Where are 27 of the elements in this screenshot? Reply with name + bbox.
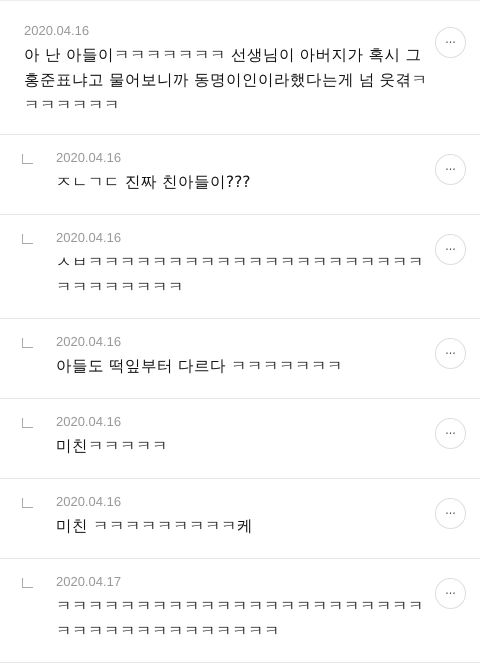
comment-date: 2020.04.17 — [56, 574, 122, 589]
reply-arrow-icon — [22, 498, 33, 508]
more-button[interactable]: ··· — [435, 418, 466, 449]
more-button[interactable]: ··· — [435, 338, 466, 369]
comment-date: 2020.04.16 — [56, 334, 122, 349]
reply-arrow-icon — [22, 338, 33, 348]
reply-arrow-icon — [22, 154, 33, 164]
more-button[interactable]: ··· — [435, 498, 466, 529]
comment-date: 2020.04.16 — [56, 150, 122, 165]
more-button[interactable]: ··· — [435, 234, 466, 265]
reply-arrow-icon — [22, 418, 33, 428]
more-button[interactable]: ··· — [435, 578, 466, 609]
comment-date: 2020.04.16 — [24, 23, 90, 38]
comment-text: 아 난 아들이ㅋㅋㅋㅋㅋㅋㅋ 선생님이 아버지가 혹시 그 홍준표냐고 물어보니까 동명이인이라했다는게 넘 웃겪ㅋㅋㅋㅋㅋㅋㅋ — [24, 45, 428, 116]
more-button[interactable]: ··· — [435, 154, 466, 185]
comment-text: 미친ㅋㅋㅋㅋㅋ — [56, 436, 168, 457]
comment-date: 2020.04.16 — [56, 414, 122, 429]
comment-text: 아들도 떡잎부터 다르다 ㅋㅋㅋㅋㅋㅋㅋ — [56, 356, 343, 377]
comment-text: ㅋㅋㅋㅋㅋㅋㅋㅋㅋㅋㅋㅋㅋㅋㅋㅋㅋㅋㅋㅋㅋㅋㅋㅋㅋㅋㅋㅋㅋㅋㅋㅋㅋㅋㅋㅋㅋ — [56, 596, 425, 642]
reply-arrow-icon — [22, 234, 33, 244]
comment-date: 2020.04.16 — [56, 230, 122, 245]
comment-text: 미친 ㅋㅋㅋㅋㅋㅋㅋㅋㅋ케 — [56, 516, 253, 537]
comment-text: ㅅㅂㅋㅋㅋㅋㅋㅋㅋㅋㅋㅋㅋㅋㅋㅋㅋㅋㅋㅋㅋㅋㅋㅋㅋㅋㅋㅋㅋㅋㅋ — [56, 252, 425, 298]
comment-date: 2020.04.16 — [56, 494, 122, 509]
more-button[interactable]: ··· — [435, 27, 466, 58]
reply-arrow-icon — [22, 578, 33, 588]
comment-text: ㅈㄴㄱㄷ 진짜 친아들이??? — [56, 172, 251, 193]
